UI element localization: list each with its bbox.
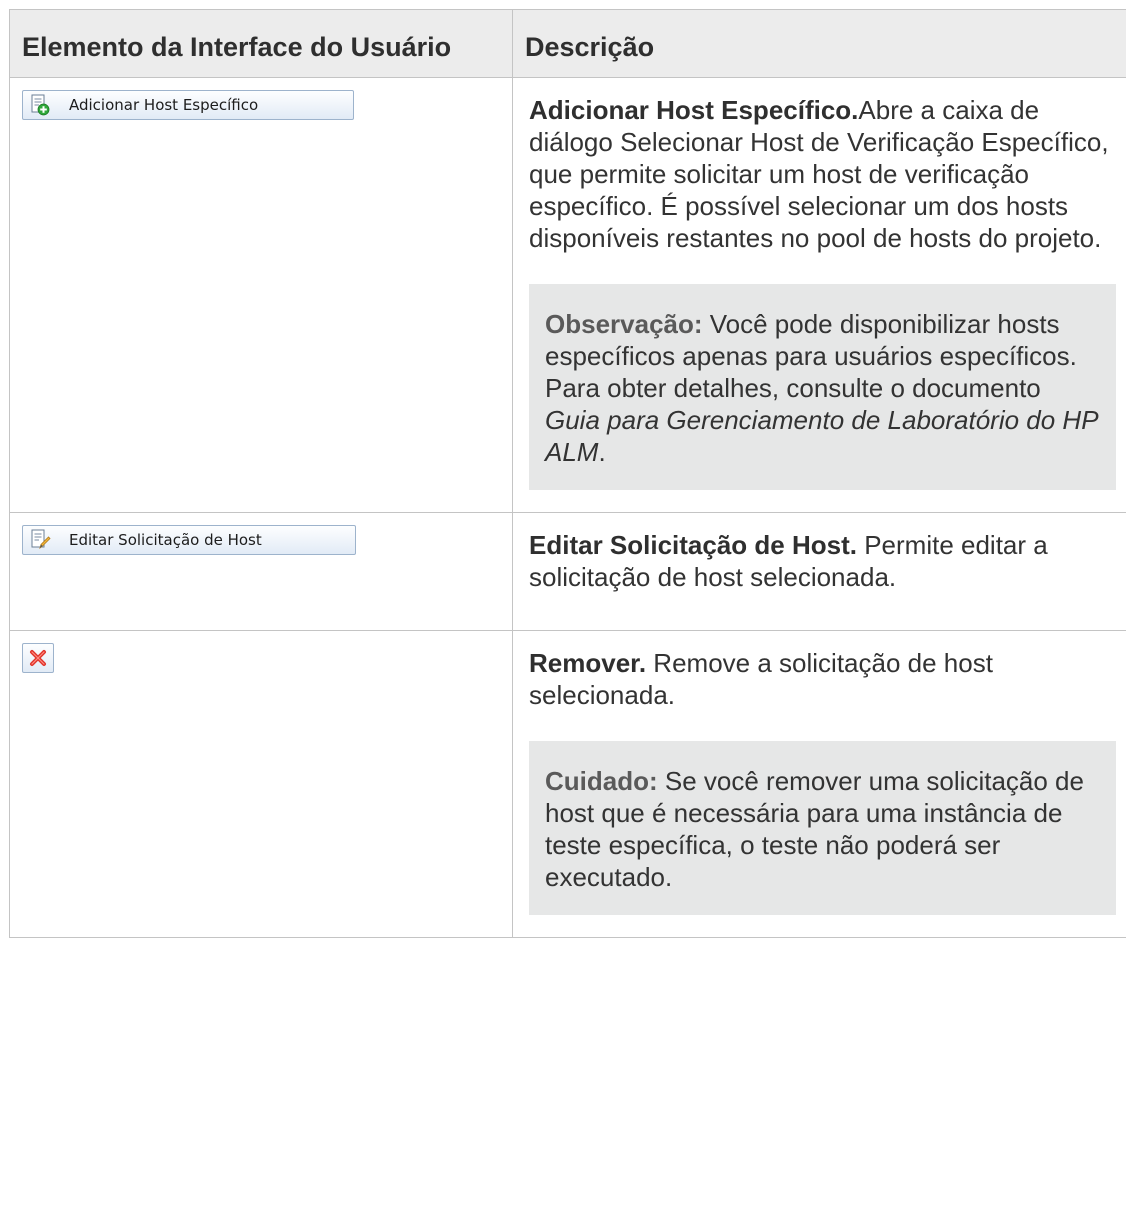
add-specific-host-icon — [29, 94, 51, 116]
note-end: . — [598, 437, 606, 467]
table-row: Remover. Remove a solicitação de host se… — [9, 630, 1126, 938]
description-cell: Editar Solicitação de Host. Permite edit… — [512, 512, 1126, 631]
ui-elements-table: Elemento da Interface do Usuário Descriç… — [9, 9, 1126, 938]
add-specific-host-label: Adicionar Host Específico — [69, 96, 259, 114]
table-row: Adicionar Host Específico Adicionar Host… — [9, 77, 1126, 513]
ui-element-cell: Editar Solicitação de Host — [9, 512, 513, 631]
remove-icon — [28, 648, 48, 668]
table-header-row: Elemento da Interface do Usuário Descriç… — [9, 9, 1126, 78]
ui-element-cell — [9, 630, 513, 938]
edit-host-request-button[interactable]: Editar Solicitação de Host — [22, 525, 356, 555]
header-description: Descrição — [512, 9, 1126, 78]
row-title: Remover. — [529, 648, 647, 678]
note-doc-title: Guia para Gerenciamento de Laboratório d… — [545, 405, 1098, 467]
add-specific-host-button[interactable]: Adicionar Host Específico — [22, 90, 354, 120]
ui-element-cell: Adicionar Host Específico — [9, 77, 513, 513]
header-ui-element: Elemento da Interface do Usuário — [9, 9, 513, 78]
row-title: Editar Solicitação de Host. — [529, 530, 857, 560]
note-box: Observação: Você pode disponibilizar hos… — [529, 284, 1116, 490]
description-cell: Adicionar Host Específico.Abre a caixa d… — [512, 77, 1126, 513]
description-cell: Remover. Remove a solicitação de host se… — [512, 630, 1126, 938]
caution-box: Cuidado: Se você remover uma solicitação… — [529, 741, 1116, 915]
note-label: Observação: — [545, 309, 703, 339]
table-row: Editar Solicitação de Host Editar Solici… — [9, 512, 1126, 631]
row-title: Adicionar Host Específico. — [529, 95, 859, 125]
edit-host-request-label: Editar Solicitação de Host — [69, 531, 262, 549]
edit-host-request-icon — [29, 529, 51, 551]
remove-button[interactable] — [22, 643, 54, 673]
caution-label: Cuidado: — [545, 766, 658, 796]
